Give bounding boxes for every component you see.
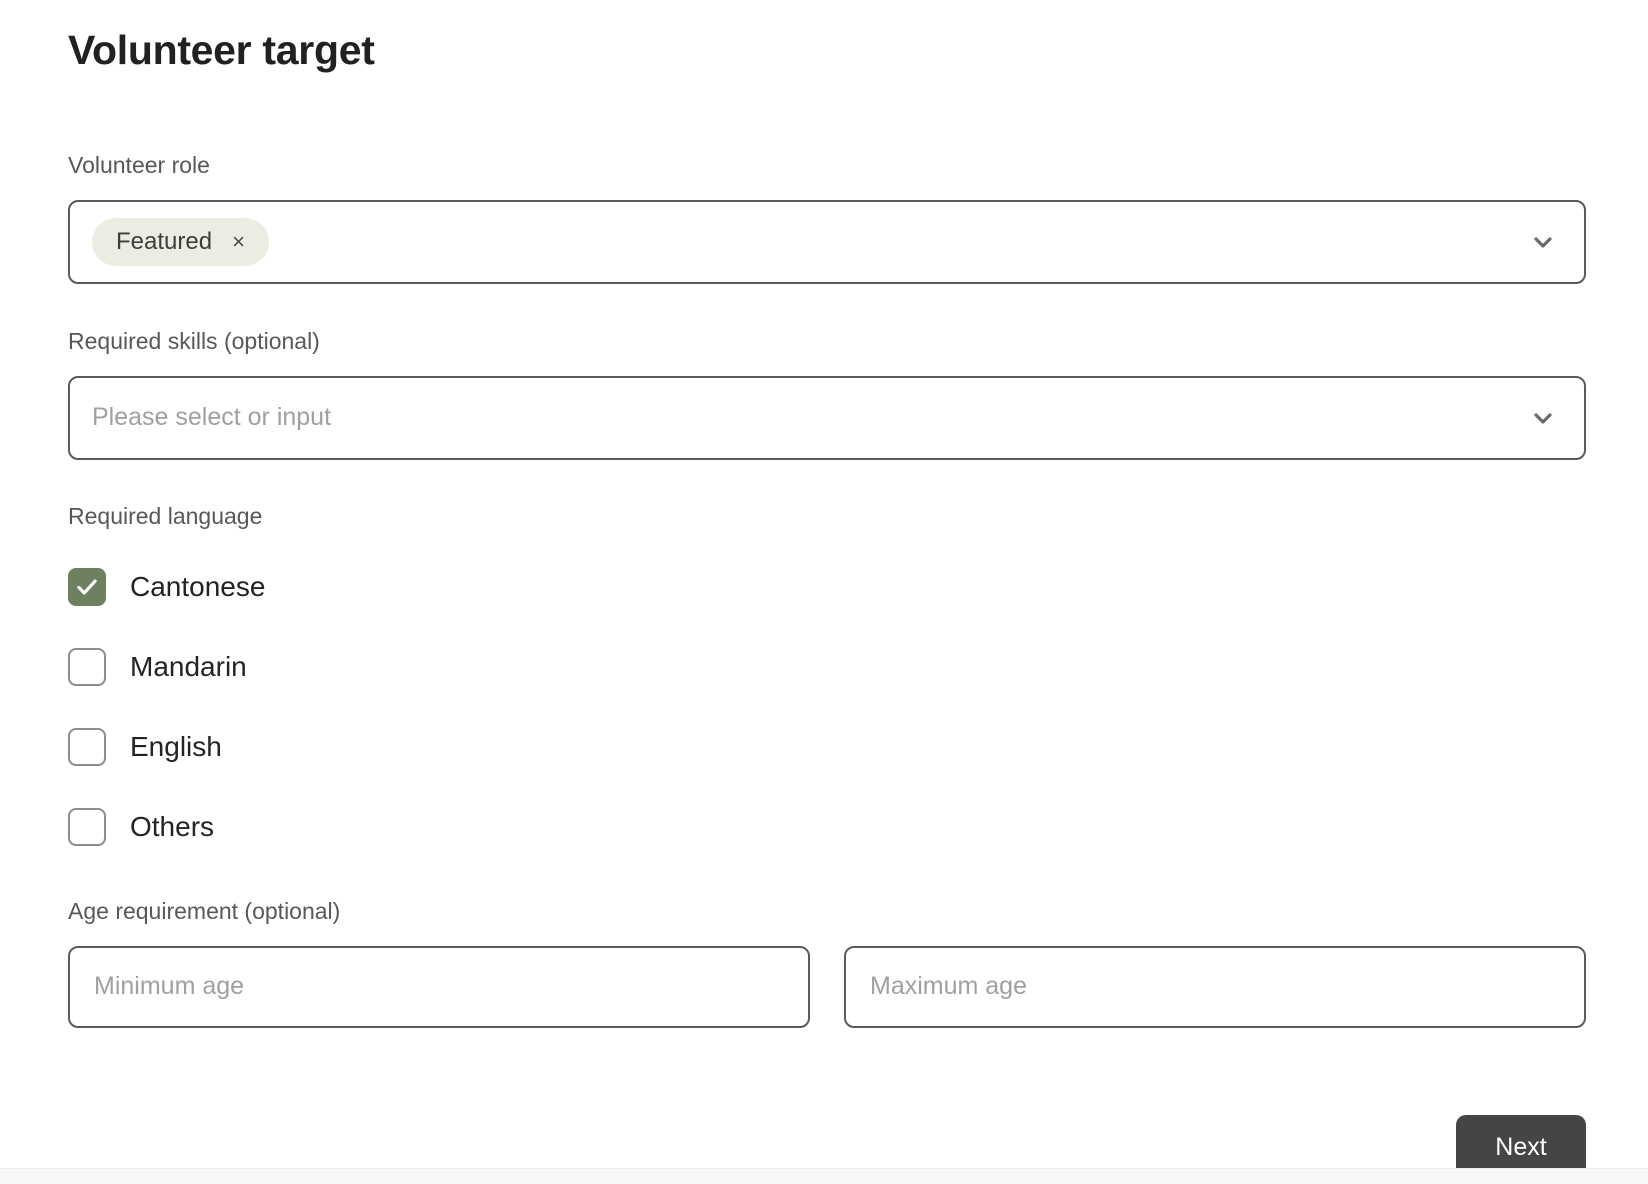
checkbox-label-others: Others [130, 810, 215, 842]
minimum-age-field[interactable]: Minimum age [68, 945, 810, 1028]
page-title: Volunteer target [68, 27, 375, 73]
maximum-age-field[interactable]: Maximum age [844, 945, 1586, 1028]
checkbox-others[interactable] [68, 807, 106, 846]
page-bottom-strip [0, 1168, 1648, 1184]
checkbox-label-mandarin: Mandarin [130, 650, 247, 682]
checkbox-cantonese[interactable] [68, 567, 106, 606]
volunteer-role-select[interactable]: Featured × [68, 200, 1586, 285]
required-skills-placeholder: Please select or input [92, 403, 332, 432]
checkbox-row-cantonese[interactable]: Cantonese [68, 559, 265, 615]
checkbox-mandarin[interactable] [68, 647, 106, 686]
chevron-down-icon [1530, 229, 1556, 255]
chip-label: Featured [116, 228, 213, 256]
volunteer-target-form: Volunteer target Volunteer role Featured… [68, 0, 1586, 1181]
checkbox-label-english: English [130, 730, 222, 762]
maximum-age-placeholder: Maximum age [870, 972, 1027, 1001]
checkbox-row-mandarin[interactable]: Mandarin [68, 639, 247, 695]
volunteer-target-page: Volunteer target Volunteer role Featured… [0, 0, 1648, 1184]
checkbox-row-english[interactable]: English [68, 719, 222, 775]
selected-chip-featured[interactable]: Featured × [92, 218, 269, 267]
minimum-age-placeholder: Minimum age [94, 972, 245, 1001]
field-volunteer-role: Volunteer role Featured × [68, 151, 1586, 285]
field-required-language: Required language Cantonese Mandarin Eng… [68, 502, 1586, 855]
volunteer-role-label: Volunteer role [68, 152, 210, 179]
field-required-skills: Required skills (optional) Please select… [68, 327, 1586, 460]
chevron-down-icon [1530, 405, 1556, 431]
checkbox-english[interactable] [68, 727, 106, 766]
checkbox-row-others[interactable]: Others [68, 799, 214, 855]
required-language-label: Required language [68, 502, 263, 529]
field-age-requirement: Age requirement (optional) Minimum age M… [68, 897, 1586, 1028]
required-skills-label: Required skills (optional) [68, 328, 320, 355]
age-requirement-label: Age requirement (optional) [68, 897, 341, 924]
checkbox-label-cantonese: Cantonese [130, 570, 266, 602]
chip-remove-icon[interactable]: × [228, 229, 249, 255]
required-skills-select[interactable]: Please select or input [68, 375, 1586, 460]
